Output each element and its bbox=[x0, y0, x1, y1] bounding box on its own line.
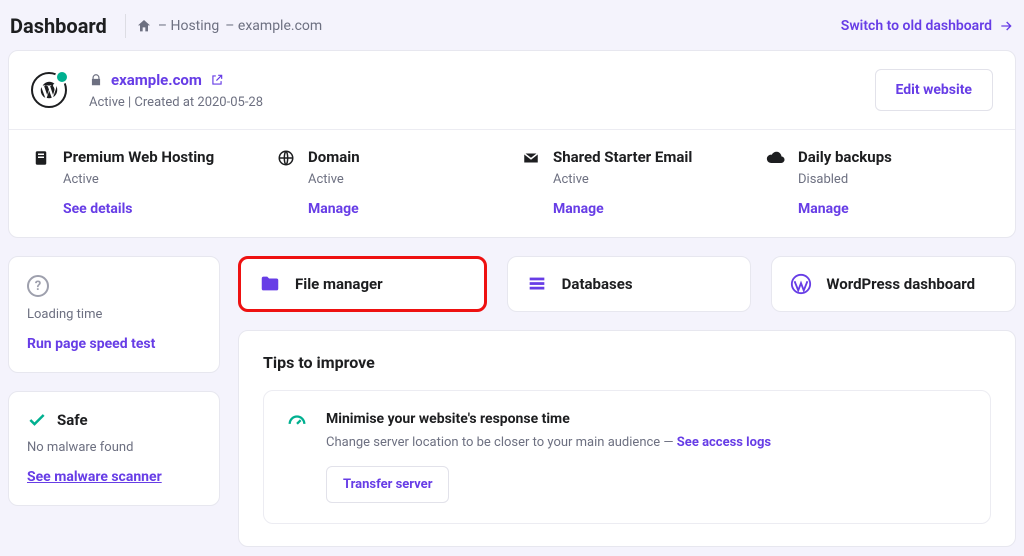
stat-status: Active bbox=[63, 172, 214, 187]
wordpress-label: WordPress dashboard bbox=[826, 275, 975, 293]
stat-title: Domain bbox=[308, 148, 360, 166]
see-access-logs-link[interactable]: See access logs bbox=[677, 435, 771, 450]
tip-desc: Change server location to be closer to y… bbox=[326, 435, 771, 450]
transfer-server-button[interactable]: Transfer server bbox=[326, 466, 449, 503]
server-icon bbox=[31, 148, 51, 168]
lock-icon bbox=[89, 73, 103, 87]
wordpress-icon bbox=[790, 273, 812, 295]
breadcrumb: – Hosting – example.com bbox=[136, 18, 322, 34]
arrow-right-icon bbox=[998, 18, 1014, 34]
file-manager-button[interactable]: File manager bbox=[238, 256, 487, 312]
loading-time-label: Loading time bbox=[27, 307, 201, 322]
cloud-icon bbox=[766, 148, 786, 168]
file-manager-label: File manager bbox=[295, 275, 383, 293]
run-speed-test-link[interactable]: Run page speed test bbox=[27, 336, 201, 352]
domain-name[interactable]: example.com bbox=[111, 71, 202, 89]
stat-title: Premium Web Hosting bbox=[63, 148, 214, 166]
breadcrumb-domain[interactable]: – example.com bbox=[225, 18, 322, 34]
tip-title: Minimise your website's response time bbox=[326, 411, 771, 427]
divider bbox=[125, 14, 126, 38]
safe-card: Safe No malware found See malware scanne… bbox=[8, 391, 220, 506]
manage-email-link[interactable]: Manage bbox=[553, 201, 692, 217]
safe-sub: No malware found bbox=[27, 440, 201, 455]
gauge-icon bbox=[286, 411, 308, 433]
switch-dashboard-link[interactable]: Switch to old dashboard bbox=[841, 18, 1014, 34]
home-icon[interactable] bbox=[136, 18, 152, 34]
site-panel: example.com Active | Created at 2020-05-… bbox=[8, 50, 1016, 238]
globe-icon bbox=[276, 148, 296, 168]
tips-panel: Tips to improve Minimise your website's … bbox=[238, 330, 1016, 547]
database-icon bbox=[526, 273, 548, 295]
databases-button[interactable]: Databases bbox=[507, 256, 752, 312]
tip-card: Minimise your website's response time Ch… bbox=[263, 390, 991, 524]
site-meta: Active | Created at 2020-05-28 bbox=[89, 95, 263, 110]
safe-title: Safe bbox=[57, 411, 88, 429]
manage-domain-link[interactable]: Manage bbox=[308, 201, 360, 217]
databases-label: Databases bbox=[562, 275, 633, 293]
question-icon: ? bbox=[27, 275, 49, 297]
stat-status: Disabled bbox=[798, 172, 892, 187]
loading-time-card: ? Loading time Run page speed test bbox=[8, 256, 220, 373]
malware-scanner-link[interactable]: See malware scanner bbox=[27, 469, 201, 485]
see-details-link[interactable]: See details bbox=[63, 201, 214, 217]
stat-title: Shared Starter Email bbox=[553, 148, 692, 166]
wordpress-dashboard-button[interactable]: WordPress dashboard bbox=[771, 256, 1016, 312]
mail-icon bbox=[521, 148, 541, 168]
stat-status: Active bbox=[308, 172, 360, 187]
folder-icon bbox=[259, 273, 281, 295]
tips-heading: Tips to improve bbox=[263, 353, 991, 372]
stat-title: Daily backups bbox=[798, 148, 892, 166]
external-link-icon[interactable] bbox=[210, 73, 224, 87]
manage-backups-link[interactable]: Manage bbox=[798, 201, 892, 217]
wordpress-logo bbox=[31, 72, 67, 108]
breadcrumb-hosting[interactable]: – Hosting bbox=[158, 18, 219, 34]
page-title: Dashboard bbox=[10, 14, 107, 38]
status-dot-icon bbox=[55, 70, 69, 84]
edit-website-button[interactable]: Edit website bbox=[875, 69, 993, 111]
check-icon bbox=[27, 410, 47, 430]
stat-status: Active bbox=[553, 172, 692, 187]
